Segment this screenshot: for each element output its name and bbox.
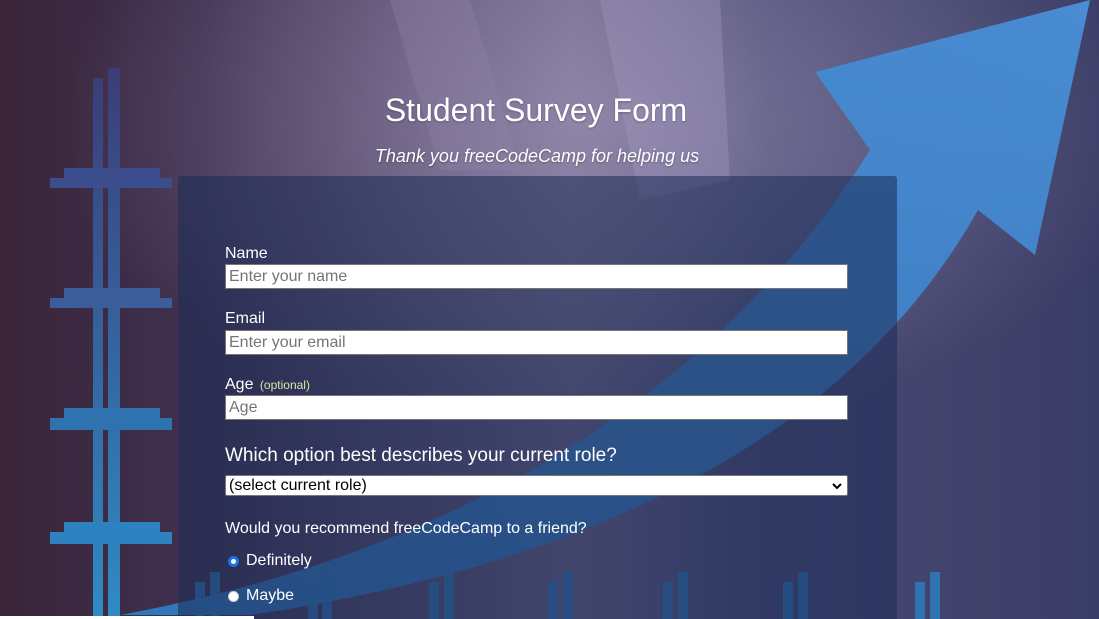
radio-label: Maybe xyxy=(246,587,295,604)
chevron-down-icon xyxy=(832,483,842,490)
age-input[interactable] xyxy=(225,395,848,420)
email-input[interactable] xyxy=(225,330,848,355)
role-select[interactable]: (select current role) xyxy=(225,475,848,496)
radio-label: Definitely xyxy=(246,552,312,569)
optional-hint: (optional) xyxy=(259,378,310,392)
name-input[interactable] xyxy=(225,264,848,289)
recommend-option-maybe[interactable]: Maybe xyxy=(228,587,294,605)
page-subtitle: Thank you freeCodeCamp for helping us xyxy=(374,146,700,166)
recommend-question: Would you recommend freeCodeCamp to a fr… xyxy=(225,520,587,537)
age-label-group: Age (optional) xyxy=(225,376,310,394)
radio-button[interactable] xyxy=(228,590,239,602)
recommend-option-definitely[interactable]: Definitely xyxy=(228,552,312,570)
radio-button-checked[interactable] xyxy=(228,555,239,567)
role-select-value: (select current role) xyxy=(229,477,367,494)
age-label: Age xyxy=(225,376,254,393)
email-label: Email xyxy=(225,310,266,327)
survey-page: Student Survey Form Thank you freeCodeCa… xyxy=(0,0,1099,619)
name-label: Name xyxy=(225,245,268,262)
role-question: Which option best describes your current… xyxy=(225,445,617,466)
page-title: Student Survey Form xyxy=(384,92,688,128)
